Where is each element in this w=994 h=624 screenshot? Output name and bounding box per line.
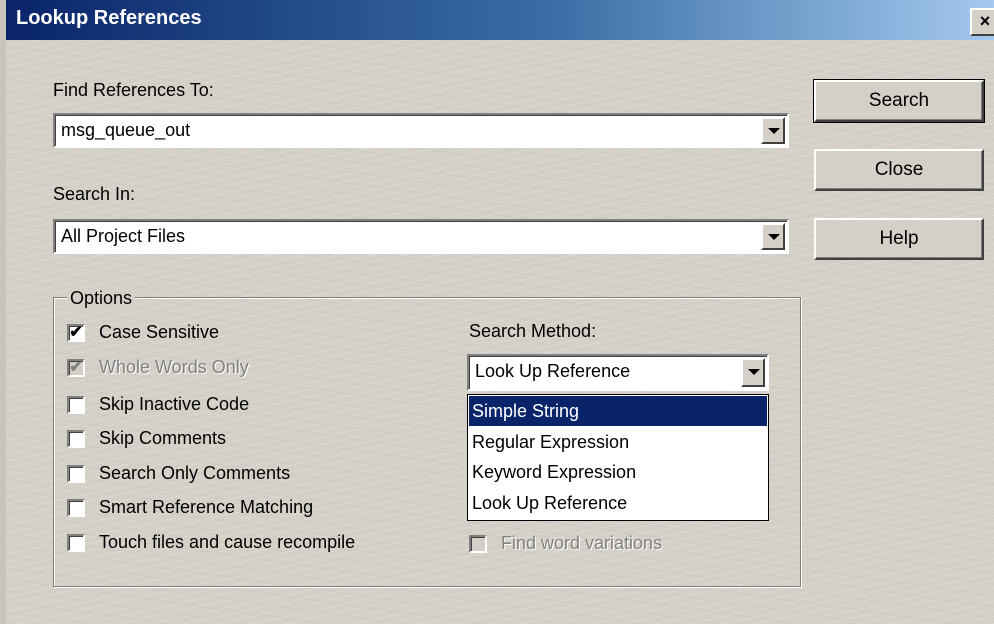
search-method-label: Search Method: <box>469 321 597 341</box>
chevron-down-icon[interactable] <box>761 223 785 250</box>
chevron-down-icon[interactable] <box>761 117 785 144</box>
find-references-value: msg_queue_out <box>61 120 191 140</box>
search-only-comments-checkbox[interactable] <box>67 465 85 483</box>
skip-inactive-code-option[interactable]: Skip Inactive Code <box>67 394 427 418</box>
skip-comments-checkbox[interactable] <box>67 430 85 448</box>
whole-words-only-checkbox[interactable]: ✔ <box>67 359 85 377</box>
touch-files-recompile-checkbox[interactable] <box>67 534 85 552</box>
find-word-variations-label: Find word variations <box>501 533 663 553</box>
find-references-label: Find References To: <box>53 80 214 100</box>
options-legend: Options <box>67 288 136 309</box>
whole-words-only-option[interactable]: ✔ Whole Words Only <box>67 357 427 381</box>
search-only-comments-label: Search Only Comments <box>99 463 291 483</box>
lookup-references-dialog: Lookup References × Find References To: … <box>0 0 994 624</box>
find-word-variations-checkbox[interactable] <box>469 535 487 553</box>
find-word-variations-option[interactable]: Find word variations <box>469 533 789 557</box>
search-in-combo[interactable]: All Project Files <box>53 219 789 254</box>
search-method-combo[interactable]: Look Up Reference <box>467 354 769 391</box>
search-only-comments-option[interactable]: Search Only Comments <box>67 463 427 487</box>
search-in-value: All Project Files <box>61 226 186 246</box>
skip-inactive-code-label: Skip Inactive Code <box>99 394 250 414</box>
skip-inactive-code-checkbox[interactable] <box>67 396 85 414</box>
dropdown-option[interactable]: Keyword Expression <box>469 457 767 487</box>
window-title: Lookup References <box>16 7 202 29</box>
check-icon: ✔ <box>69 359 83 376</box>
search-method-value: Look Up Reference <box>475 361 631 381</box>
close-icon: × <box>979 11 991 31</box>
whole-words-only-label: Whole Words Only <box>99 357 249 377</box>
case-sensitive-checkbox[interactable]: ✔ <box>67 324 85 342</box>
check-icon: ✔ <box>69 324 83 341</box>
close-button[interactable]: Close <box>814 149 984 191</box>
touch-files-recompile-option[interactable]: Touch files and cause recompile <box>67 532 427 556</box>
skip-comments-option[interactable]: Skip Comments <box>67 428 427 452</box>
case-sensitive-option[interactable]: ✔ Case Sensitive <box>67 322 427 346</box>
find-references-combo[interactable]: msg_queue_out <box>53 113 789 148</box>
search-in-label: Search In: <box>53 184 136 204</box>
smart-reference-matching-label: Smart Reference Matching <box>99 497 314 517</box>
smart-reference-matching-checkbox[interactable] <box>67 499 85 517</box>
close-window-button[interactable]: × <box>970 8 994 36</box>
dropdown-option[interactable]: Look Up Reference <box>469 488 767 518</box>
title-bar: Lookup References <box>6 0 994 40</box>
case-sensitive-label: Case Sensitive <box>99 322 220 342</box>
chevron-down-icon[interactable] <box>741 358 765 387</box>
search-button[interactable]: Search <box>813 79 985 123</box>
touch-files-recompile-label: Touch files and cause recompile <box>99 532 356 552</box>
dropdown-option[interactable]: Regular Expression <box>469 427 767 457</box>
skip-comments-label: Skip Comments <box>99 428 227 448</box>
search-method-dropdown-list[interactable]: Simple String Regular Expression Keyword… <box>467 394 769 521</box>
dropdown-option[interactable]: Simple String <box>469 396 767 426</box>
smart-reference-matching-option[interactable]: Smart Reference Matching <box>67 497 427 521</box>
help-button[interactable]: Help <box>814 218 984 260</box>
